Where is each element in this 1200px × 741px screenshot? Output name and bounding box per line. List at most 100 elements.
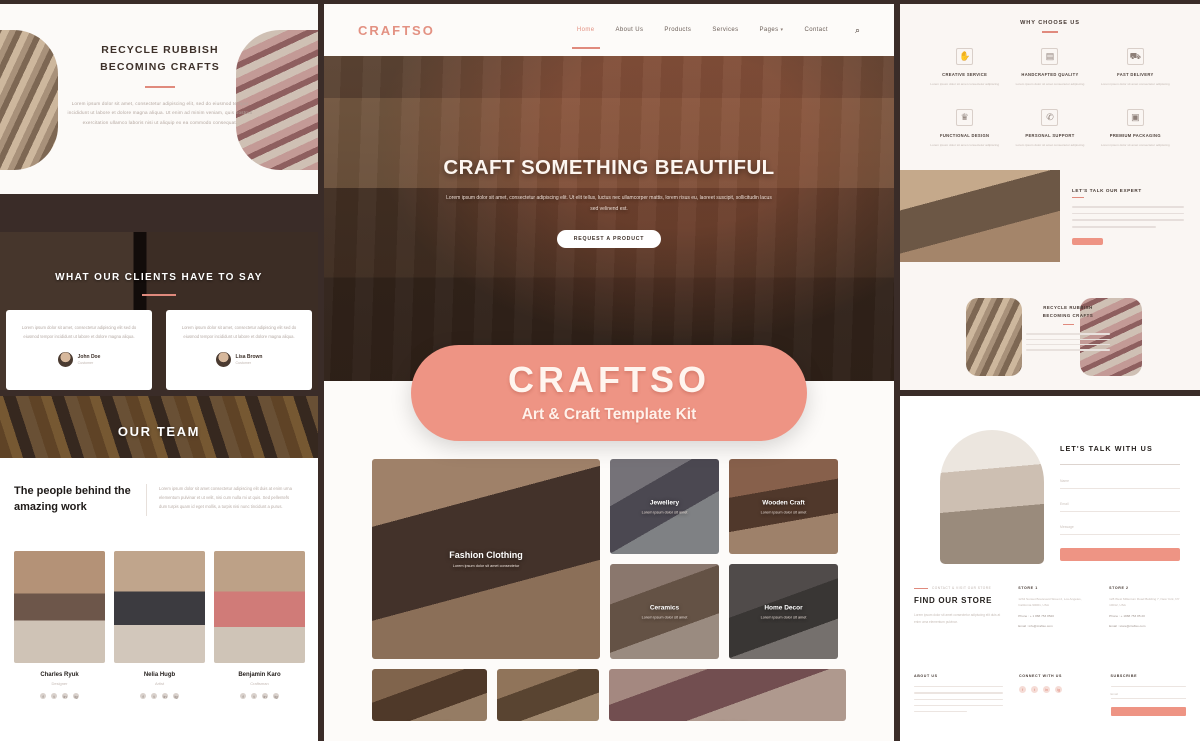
divider [1062,324,1074,326]
instagram-icon[interactable]: ig [173,693,179,699]
site-footer: ABOUT US CONNECT WITH US f t in ig SUBSC… [914,674,1186,717]
feature-item[interactable]: ⛟ FAST DELIVERY Lorem ipsum dolor sit am… [1093,48,1178,87]
portfolio-card-textile-craft[interactable]: Textile Craft [609,669,846,721]
portfolio-grid: Fashion Clothing Lorem ipsum dolor sit a… [324,459,894,721]
instagram-icon[interactable]: ig [73,693,79,699]
team-member-role: Craftsman [250,681,269,686]
feature-item[interactable]: ✋ CREATIVE SERVICE Lorem ipsum dolor sit… [922,48,1007,87]
portfolio-title: Jewellery [649,499,680,506]
chevron-down-icon: ▾ [780,27,784,33]
nav-item-home[interactable]: Home [577,27,595,33]
team-member-name: Nelia Hugb [143,672,176,678]
subscribe-email-input[interactable]: Email [1110,692,1186,700]
instagram-icon[interactable]: ig [273,693,279,699]
facebook-icon[interactable]: f [240,693,246,699]
name-field[interactable]: Name [1060,479,1180,489]
linkedin-icon[interactable]: in [162,693,168,699]
site-logo[interactable]: CRAFTSO [358,23,435,38]
store-kicker: CONTACT & VISIT OUR STORE [932,586,992,590]
feature-label: FUNCTIONAL DESIGN [940,133,990,139]
twitter-icon[interactable]: t [1031,686,1039,693]
expert-image [900,170,1060,262]
portfolio-subtitle: Lorem ipsum dolor sit amet consectetur [452,564,520,568]
text-line [1110,686,1186,688]
subscribe-button[interactable] [1110,707,1186,717]
send-message-button[interactable] [1060,548,1180,561]
store-column: STORE 2 128 West Millenium Road Building… [1109,586,1186,628]
team-member-photo [214,551,305,663]
nav-item-pages[interactable]: Pages ▾ [760,27,784,33]
linkedin-icon[interactable]: in [262,693,268,699]
portfolio-overlay [496,669,600,721]
portfolio-card-sculpturing[interactable]: Sculpturing [496,669,600,721]
twitter-icon[interactable]: t [51,693,57,699]
team-member-role: Designer [51,681,68,686]
nav-item-services[interactable]: Services [712,27,738,33]
feature-item[interactable]: ▤ HANDCRAFTED QUALITY Lorem ipsum dolor … [1007,48,1092,87]
store-phone: Phone : + 1 888 753 8520 [1018,614,1054,619]
store-address: 128 West Millenium Road Building 7, New … [1109,597,1180,608]
portfolio-card-ceramics[interactable]: Ceramics Lorem ipsum dolor sit amet [610,564,719,659]
text-line [1026,333,1110,335]
recycle-image-left [0,30,58,170]
layers-icon: ▤ [1041,48,1059,65]
facebook-icon[interactable]: f [140,693,146,699]
linkedin-icon[interactable]: in [62,693,68,699]
twitter-icon[interactable]: t [251,693,257,699]
text-line [1072,219,1184,221]
text-line [1072,212,1184,215]
team-member-card[interactable]: Nelia Hugb Artist f t in ig [114,551,205,699]
footer-about-heading: ABOUT US [914,674,938,678]
divider [1072,197,1084,199]
site-header: CRAFTSO Home About Us Products Services … [324,4,894,56]
linkedin-icon[interactable]: in [1043,686,1051,693]
portfolio-card-leather-craft[interactable]: Leather Craft [372,669,487,721]
feature-body: Lorem ipsum dolor sit amet consectetur a… [1100,82,1170,86]
text-line [1026,338,1110,340]
portfolio-title: Fashion Clothing [449,550,523,560]
feature-body: Lorem ipsum dolor sit amet consectetur a… [930,82,1000,86]
testimonial-card[interactable]: Lorem ipsum dolor sit amet, consectetur … [166,310,312,390]
portfolio-card-home-decor[interactable]: Home Decor Lorem ipsum dolor sit amet [729,564,838,659]
team-member-name: Charles Ryuk [40,672,79,678]
panel-homepage: CRAFTSO Home About Us Products Services … [324,4,894,741]
facebook-icon[interactable]: f [40,693,46,699]
request-product-button[interactable]: REQUEST A PRODUCT [557,230,661,248]
handshake-icon: ✋ [956,48,974,65]
feature-item[interactable]: ✆ PERSONAL SUPPORT Lorem ipsum dolor sit… [1007,109,1092,148]
nav-item-products[interactable]: Products [664,27,691,33]
testimonial-quote: Lorem ipsum dolor sit amet, consectetur … [181,325,297,339]
twitter-icon[interactable]: t [151,693,157,699]
divider [1042,31,1058,33]
portfolio-title: Ceramics [649,604,680,611]
portfolio-card-wooden-craft[interactable]: Wooden Craft Lorem ipsum dolor sit amet [729,459,838,554]
text-line [914,692,1004,694]
testimonial-role: Customer [235,360,252,365]
testimonial-card[interactable]: Lorem ipsum dolor sit amet, consectetur … [6,310,152,390]
message-field[interactable]: Message [1060,525,1180,535]
divider [145,85,175,88]
hero-content: CRAFT SOMETHING BEAUTIFUL Lorem ipsum do… [324,156,894,248]
nav-item-contact[interactable]: Contact [804,27,827,33]
feature-body: Lorem ipsum dolor sit amet consectetur a… [1015,82,1085,86]
contact-form: LET'S TALK WITH US Name Email Message [1060,444,1180,561]
email-field[interactable]: Email [1060,502,1180,512]
feature-item[interactable]: ▣ PREMIUM PACKAGING Lorem ipsum dolor si… [1093,109,1178,148]
search-icon[interactable]: ⌕ [855,25,860,36]
portfolio-card-jewellery[interactable]: Jewellery Lorem ipsum dolor sit amet [610,459,719,554]
facebook-icon[interactable]: f [1019,686,1027,693]
recycle-image-left [966,298,1022,376]
template-badge: CRAFTSO Art & Craft Template Kit [411,345,807,441]
feature-item[interactable]: ♛ FUNCTIONAL DESIGN Lorem ipsum dolor si… [922,109,1007,148]
panel-testimonials: WHAT OUR CLIENTS HAVE TO SAY Lorem ipsum… [0,232,318,390]
store-phone: Phone : + 1888 753 85 20 [1109,614,1145,619]
testimonial-name: Lisa Brown [235,353,263,360]
nav-item-about-us[interactable]: About Us [616,27,644,33]
team-member-card[interactable]: Charles Ryuk Designer f t in ig [14,551,105,699]
portfolio-card-fashion-clothing[interactable]: Fashion Clothing Lorem ipsum dolor sit a… [372,459,600,659]
instagram-icon[interactable]: ig [1055,686,1063,693]
text-line [914,698,1004,700]
trophy-icon: ♛ [956,109,974,127]
team-member-card[interactable]: Benjamin Karo Craftsman f t in ig [214,551,305,699]
expert-contact-button[interactable] [1072,237,1103,245]
